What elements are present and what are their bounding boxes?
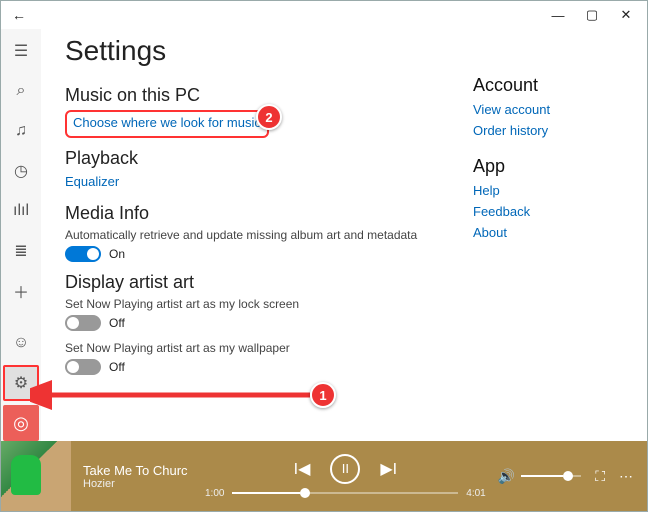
close-button[interactable]: ✕ xyxy=(609,1,643,29)
account-icon[interactable]: ☺ xyxy=(3,325,39,361)
playback-heading: Playback xyxy=(65,148,433,169)
choose-music-location-link[interactable]: Choose where we look for music xyxy=(73,115,261,130)
callout-2: 2 xyxy=(256,104,282,130)
prev-button[interactable]: I◀ xyxy=(294,459,311,479)
hamburger-icon[interactable]: ☰ xyxy=(3,33,39,69)
recent-icon[interactable]: ◷ xyxy=(3,153,39,189)
equalizer-link[interactable]: Equalizer xyxy=(65,174,119,189)
spotify-icon[interactable]: ◎ xyxy=(3,405,39,441)
back-button[interactable]: ← xyxy=(5,1,33,29)
music-heading: Music on this PC xyxy=(65,85,433,106)
maximize-button[interactable]: ▢ xyxy=(575,1,609,29)
settings-icon[interactable]: ⚙ xyxy=(3,365,39,401)
music-icon[interactable]: ♫ xyxy=(3,113,39,149)
next-button[interactable]: ▶I xyxy=(380,459,397,479)
pause-button[interactable]: II xyxy=(330,454,360,484)
player-bar: Take Me To Churc Hozier I◀ II ▶I 1:00 4:… xyxy=(1,441,647,511)
app-heading: App xyxy=(473,156,623,177)
track-artist: Hozier xyxy=(83,478,193,490)
wallpaper-toggle[interactable]: Off xyxy=(65,359,433,375)
order-history-link[interactable]: Order history xyxy=(473,123,623,138)
mediainfo-toggle[interactable]: On xyxy=(65,246,433,262)
track-title: Take Me To Churc xyxy=(83,463,193,478)
sidebar: ☰ ⌕ ♫ ◷ ılıl ≣ ＋ ☺ ⚙ ◎ xyxy=(1,29,41,441)
search-icon[interactable]: ⌕ xyxy=(3,73,39,109)
add-icon[interactable]: ＋ xyxy=(3,273,39,309)
mediainfo-desc: Automatically retrieve and update missin… xyxy=(65,228,433,242)
artistart-heading: Display artist art xyxy=(65,272,433,293)
view-account-link[interactable]: View account xyxy=(473,102,623,117)
total-time: 4:01 xyxy=(466,488,485,499)
wallpaper-desc: Set Now Playing artist art as my wallpap… xyxy=(65,341,433,355)
about-link[interactable]: About xyxy=(473,225,623,240)
volume-icon[interactable]: 🔊 xyxy=(498,468,515,485)
feedback-link[interactable]: Feedback xyxy=(473,204,623,219)
lockscreen-toggle[interactable]: Off xyxy=(65,315,433,331)
callout-1: 1 xyxy=(310,382,336,408)
more-icon[interactable]: ⋯ xyxy=(619,468,633,485)
mediainfo-heading: Media Info xyxy=(65,203,433,224)
progress-slider[interactable] xyxy=(232,492,458,494)
account-heading: Account xyxy=(473,75,623,96)
playlists-icon[interactable]: ≣ xyxy=(3,233,39,269)
elapsed-time: 1:00 xyxy=(205,488,224,499)
wallpaper-toggle-label: Off xyxy=(109,360,125,374)
help-link[interactable]: Help xyxy=(473,183,623,198)
miniplayer-icon[interactable]: ⛶ xyxy=(595,468,605,485)
page-title: Settings xyxy=(65,35,433,67)
minimize-button[interactable]: — xyxy=(541,1,575,29)
volume-slider[interactable] xyxy=(521,475,581,477)
mediainfo-toggle-label: On xyxy=(109,247,125,261)
album-art[interactable] xyxy=(1,441,71,511)
lockscreen-desc: Set Now Playing artist art as my lock sc… xyxy=(65,297,433,311)
lockscreen-toggle-label: Off xyxy=(109,316,125,330)
nowplaying-icon[interactable]: ılıl xyxy=(3,193,39,229)
